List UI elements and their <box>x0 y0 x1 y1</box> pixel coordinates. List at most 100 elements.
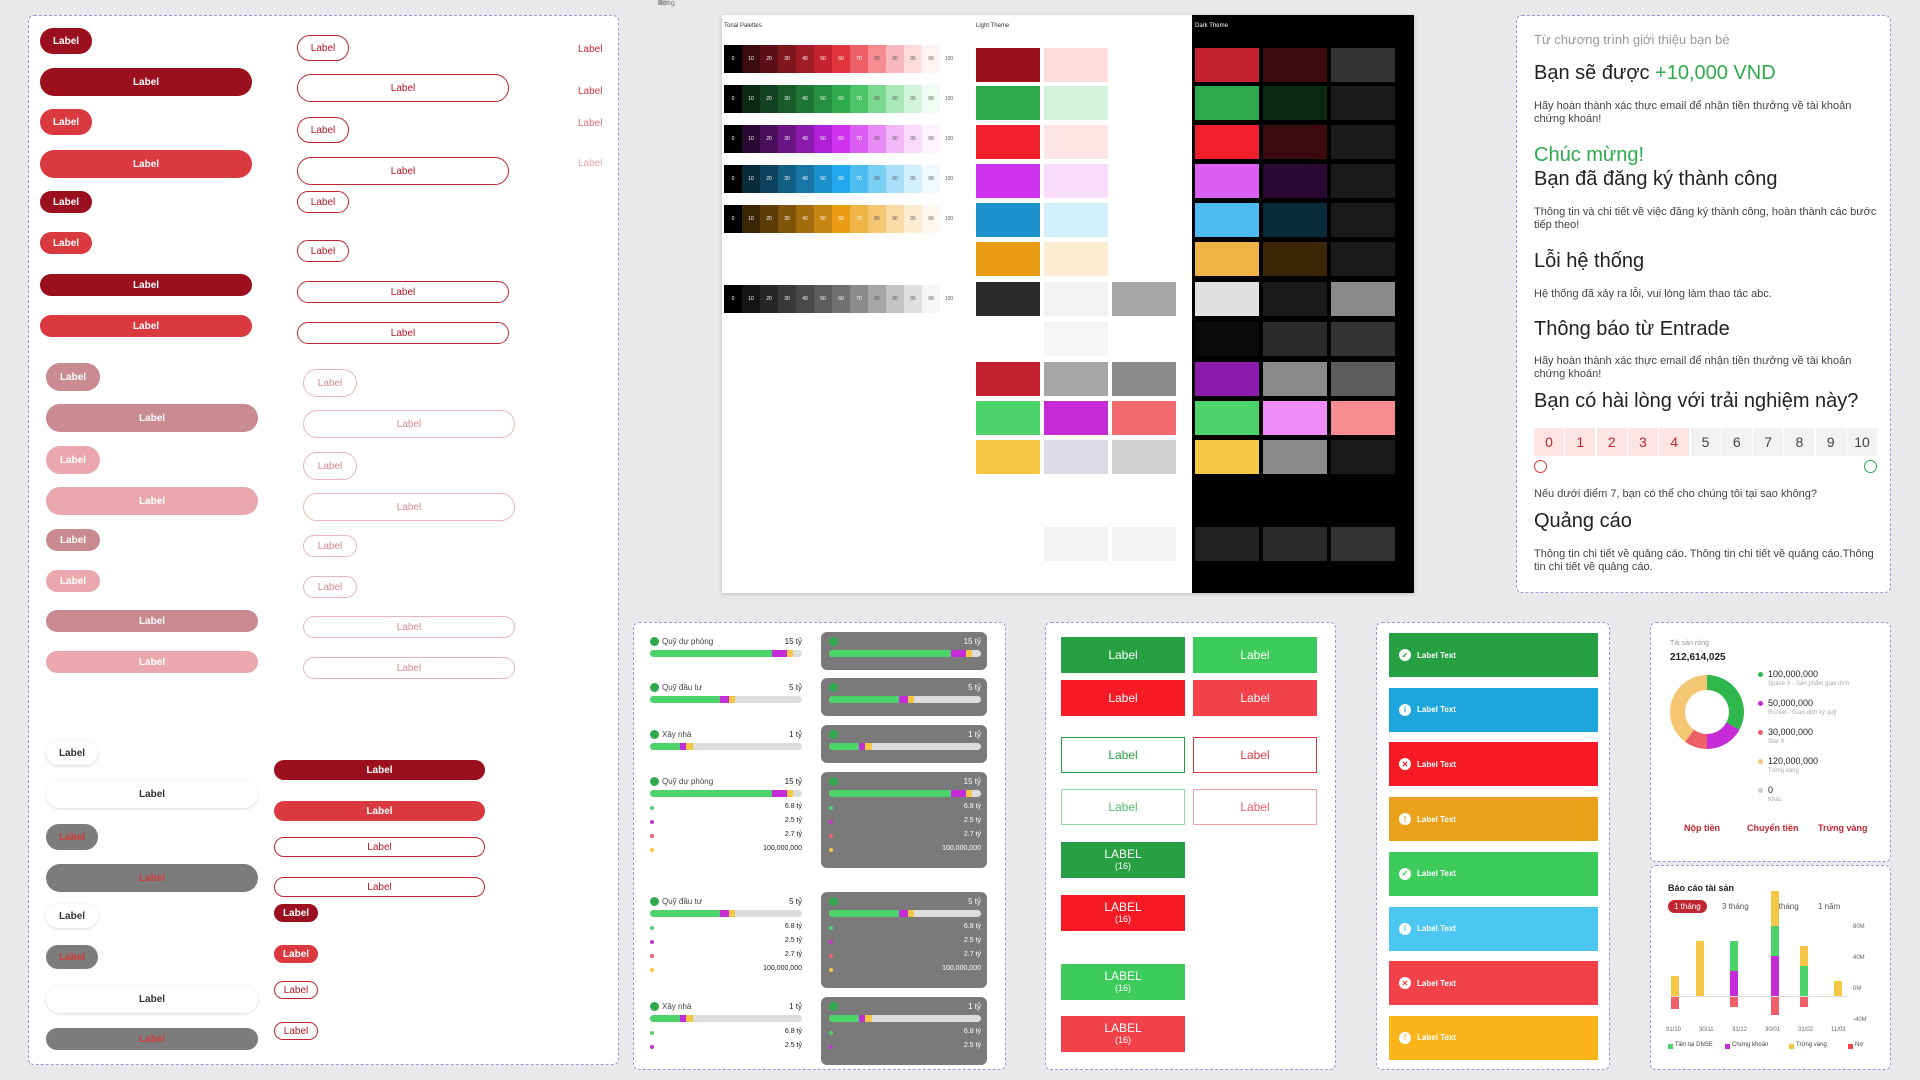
x-tick-label: 31/12 <box>1732 1027 1748 1033</box>
outline-button[interactable]: Label <box>297 117 349 143</box>
asset-action-button[interactable]: Chuyển tiền <box>1747 823 1799 833</box>
asset-action-button[interactable]: Trứng vàng <box>1818 823 1868 833</box>
neutral-button[interactable]: Label <box>46 780 258 808</box>
compact-button[interactable]: Label <box>274 1022 318 1040</box>
text-link-button[interactable]: Label <box>578 86 602 97</box>
report-legend-dot <box>1725 1044 1730 1049</box>
large-button[interactable]: Label <box>1193 737 1317 773</box>
fund-amount: 1 tỷ <box>968 730 981 739</box>
outline-button[interactable]: Label <box>297 281 509 303</box>
large-button[interactable]: Label <box>1061 737 1185 773</box>
legend-dot <box>650 820 654 824</box>
toast-notification[interactable]: ! Label Text <box>1389 1015 1598 1060</box>
toast-notification[interactable]: i Label Text <box>1389 687 1598 732</box>
outline-button[interactable]: Label <box>303 535 357 557</box>
report-period-tab[interactable]: 1 tháng <box>1668 900 1707 913</box>
toast-notification[interactable]: ✓ Label Text <box>1389 851 1598 896</box>
toast-notification[interactable]: i Label Text <box>1389 906 1598 951</box>
outline-button[interactable]: Label <box>303 576 357 598</box>
large-button[interactable]: Label <box>1061 789 1185 825</box>
filled-button[interactable]: Label <box>46 446 100 474</box>
filled-button[interactable]: Label <box>46 570 100 592</box>
nps-score-button[interactable]: 9 <box>1815 428 1846 456</box>
nps-score-button[interactable]: 0 <box>1534 428 1564 456</box>
toast-notification[interactable]: ✓ Label Text <box>1389 633 1598 677</box>
filled-button[interactable]: Label <box>46 404 258 432</box>
light-theme-swatch <box>976 242 1040 276</box>
filled-button[interactable]: Label <box>40 274 252 296</box>
neutral-button[interactable]: Label <box>46 985 258 1013</box>
report-bar-segment <box>1834 981 1842 996</box>
nps-score-button[interactable]: 3 <box>1627 428 1658 456</box>
large-button[interactable]: Label <box>1193 680 1317 716</box>
neutral-button[interactable]: Label <box>46 904 98 928</box>
nps-score-button[interactable]: 7 <box>1753 428 1784 456</box>
legend-dot <box>650 1045 654 1049</box>
large-button[interactable]: Label <box>1061 680 1185 716</box>
filled-button[interactable]: Label <box>40 109 92 135</box>
toast-notification[interactable]: ✕ Label Text <box>1389 742 1598 787</box>
large-count-button[interactable]: LABEL (16) <box>1061 895 1185 931</box>
text-link-button[interactable]: Label <box>578 44 602 55</box>
outline-button[interactable]: Label <box>303 657 515 679</box>
asset-action-button[interactable]: Nộp tiền <box>1684 823 1720 833</box>
outline-button[interactable]: Label <box>303 452 357 480</box>
filled-button[interactable]: Label <box>40 232 92 254</box>
report-legend-label: Nợ <box>1855 1042 1864 1048</box>
nps-score-button[interactable]: 10 <box>1847 428 1877 456</box>
report-period-tab[interactable]: 3 tháng <box>1716 900 1755 913</box>
compact-button[interactable]: Label <box>274 945 318 963</box>
neutral-button[interactable]: Label <box>46 945 98 969</box>
neutral-button[interactable]: Label <box>46 864 258 892</box>
nps-score-button[interactable]: 1 <box>1565 428 1596 456</box>
filled-button[interactable]: Label <box>46 363 100 391</box>
filled-button[interactable]: Label <box>40 315 252 337</box>
compact-button[interactable]: Label <box>274 760 485 780</box>
large-count-button[interactable]: LABEL (16) <box>1061 1016 1185 1052</box>
large-button[interactable]: Label <box>1061 637 1185 673</box>
fund-item-value: 2.5 tỷ <box>963 817 981 824</box>
nps-score-button[interactable]: 8 <box>1784 428 1815 456</box>
compact-button[interactable]: Label <box>274 877 485 897</box>
filled-button[interactable]: Label <box>40 150 252 178</box>
filled-button[interactable]: Label <box>46 529 100 551</box>
filled-button[interactable]: Label <box>40 68 252 96</box>
toast-notification[interactable]: ✕ Label Text <box>1389 961 1598 1006</box>
report-period-tab[interactable]: 1 năm <box>1812 900 1846 913</box>
compact-button[interactable]: Label <box>274 801 485 821</box>
outline-button[interactable]: Label <box>297 322 509 344</box>
compact-button[interactable]: Label <box>274 981 318 999</box>
outline-button[interactable]: Label <box>303 616 515 638</box>
filled-button[interactable]: Label <box>46 487 258 515</box>
outline-button[interactable]: Label <box>297 240 349 262</box>
text-link-button[interactable]: Label <box>578 158 602 169</box>
outline-button[interactable]: Label <box>303 493 515 521</box>
outline-button[interactable]: Label <box>303 369 357 397</box>
large-count-button[interactable]: LABEL (16) <box>1061 842 1185 878</box>
outline-button[interactable]: Label <box>297 74 509 102</box>
large-count-button[interactable]: LABEL (16) <box>1061 964 1185 1000</box>
neutral-button[interactable]: Label <box>46 1028 258 1050</box>
filled-button[interactable]: Label <box>46 610 258 632</box>
outline-button[interactable]: Label <box>303 410 515 438</box>
nps-score-button[interactable]: 5 <box>1690 428 1721 456</box>
neutral-button[interactable]: Label <box>46 741 98 765</box>
outline-button[interactable]: Label <box>297 35 349 61</box>
filled-button[interactable]: Label <box>46 651 258 673</box>
compact-button[interactable]: Label <box>274 837 485 857</box>
outline-button[interactable]: Label <box>297 191 349 213</box>
outline-button[interactable]: Label <box>297 157 509 185</box>
y-tick-label: 80M <box>1853 924 1865 930</box>
filled-button[interactable]: Label <box>40 28 92 54</box>
nps-score-button[interactable]: 4 <box>1659 428 1690 456</box>
neutral-button[interactable]: Label <box>46 824 98 850</box>
nps-score-button[interactable]: 6 <box>1721 428 1752 456</box>
text-link-button[interactable]: Label <box>578 118 602 129</box>
large-button[interactable]: Label <box>1193 637 1317 673</box>
compact-button[interactable]: Label <box>274 904 318 922</box>
filled-button[interactable]: Label <box>40 191 92 213</box>
large-button[interactable]: Label <box>1193 789 1317 825</box>
nps-score-button[interactable]: 2 <box>1596 428 1627 456</box>
legend-dot <box>829 1045 833 1049</box>
toast-notification[interactable]: ! Label Text <box>1389 797 1598 842</box>
